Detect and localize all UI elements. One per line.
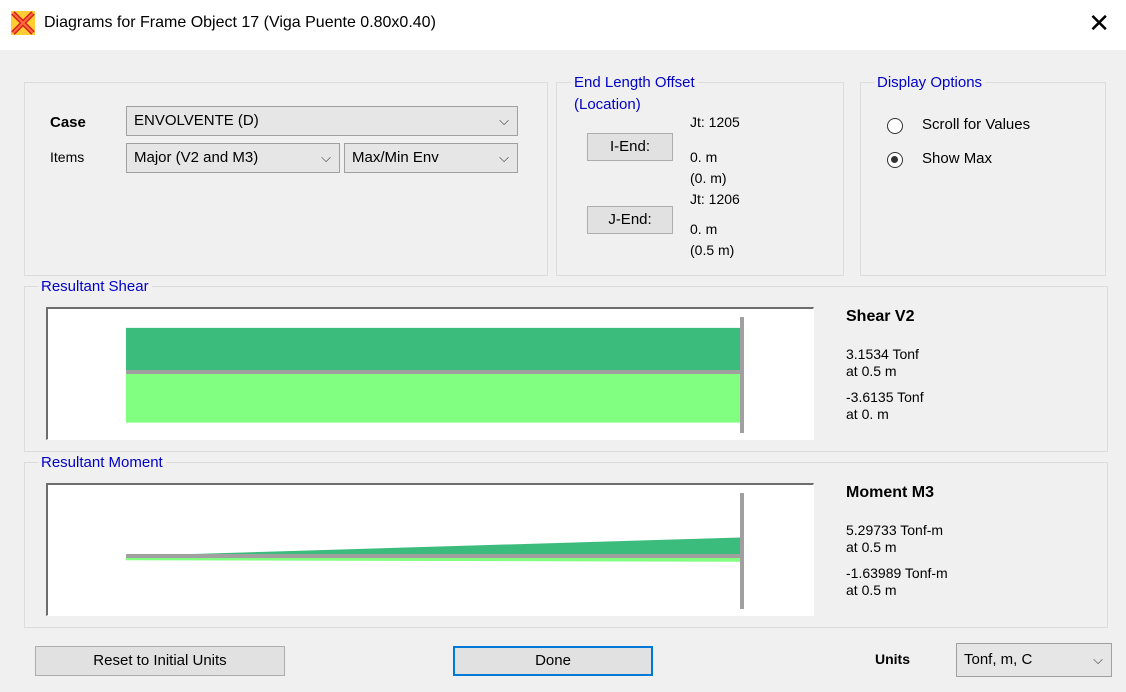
items-envelope-value: Max/Min Env <box>352 149 439 166</box>
shear-negative-region <box>126 372 740 423</box>
title-bar: Diagrams for Frame Object 17 (Viga Puent… <box>0 0 1126 48</box>
j-end-offset: 0. m <box>690 221 718 237</box>
case-select-value: ENVOLVENTE (D) <box>134 112 259 129</box>
shear-plot <box>126 317 744 433</box>
end-offset-subtitle: (Location) <box>571 96 644 113</box>
units-select-value: Tonf, m, C <box>964 651 1033 668</box>
items-component-value: Major (V2 and M3) <box>134 149 259 166</box>
items-label: Items <box>50 149 85 165</box>
shear-max-location: at 0.5 m <box>846 363 897 379</box>
chevron-down-icon: ⌵ <box>499 113 509 128</box>
display-options-frame <box>860 82 1106 276</box>
reset-units-button[interactable]: Reset to Initial Units <box>35 646 285 676</box>
case-label: Case <box>50 114 86 131</box>
chevron-down-icon: ⌵ <box>1093 652 1103 667</box>
i-end-button[interactable]: I-End: <box>587 133 673 161</box>
shear-positive-region <box>126 327 740 372</box>
items-envelope-select[interactable]: Max/Min Env ⌵ <box>344 143 518 173</box>
case-select[interactable]: ENVOLVENTE (D) ⌵ <box>126 106 518 136</box>
window-title: Diagrams for Frame Object 17 (Viga Puent… <box>44 14 436 31</box>
j-end-button[interactable]: J-End: <box>587 206 673 234</box>
shear-min-value: -3.6135 Tonf <box>846 389 924 405</box>
shear-heading: Shear V2 <box>846 308 915 325</box>
show-max-label[interactable]: Show Max <box>922 150 992 167</box>
units-select[interactable]: Tonf, m, C ⌵ <box>956 643 1112 677</box>
moment-max-value: 5.29733 Tonf-m <box>846 522 944 538</box>
i-end-offset: 0. m <box>690 149 718 165</box>
chevron-down-icon: ⌵ <box>321 150 331 165</box>
moment-diagram <box>46 483 814 616</box>
chevron-down-icon: ⌵ <box>499 150 509 165</box>
app-icon <box>11 11 35 35</box>
shear-diagram <box>46 307 814 440</box>
j-end-joint: Jt: 1206 <box>690 191 740 207</box>
shear-title: Resultant Shear <box>38 278 152 295</box>
done-button[interactable]: Done <box>453 646 653 676</box>
i-end-joint: Jt: 1205 <box>690 114 740 130</box>
scroll-for-values-label[interactable]: Scroll for Values <box>922 116 1030 133</box>
moment-max-location: at 0.5 m <box>846 539 897 555</box>
dialog-body: Case ENVOLVENTE (D) ⌵ Items Major (V2 an… <box>0 50 1126 692</box>
close-icon[interactable]: ✕ <box>1088 8 1110 38</box>
moment-positive-region <box>126 537 740 556</box>
moment-min-value: -1.63989 Tonf-m <box>846 565 948 581</box>
moment-title: Resultant Moment <box>38 454 166 471</box>
display-options-title: Display Options <box>874 74 986 91</box>
moment-plot <box>126 493 744 609</box>
show-max-radio[interactable] <box>887 152 903 168</box>
shear-min-location: at 0. m <box>846 406 889 422</box>
i-end-location: (0. m) <box>690 170 727 186</box>
j-end-location: (0.5 m) <box>690 242 735 258</box>
scroll-for-values-radio[interactable] <box>887 118 903 134</box>
items-component-select[interactable]: Major (V2 and M3) ⌵ <box>126 143 340 173</box>
units-label: Units <box>875 651 910 667</box>
moment-heading: Moment M3 <box>846 484 934 501</box>
moment-min-location: at 0.5 m <box>846 582 897 598</box>
end-offset-title: End Length Offset <box>571 74 698 91</box>
shear-max-value: 3.1534 Tonf <box>846 346 919 362</box>
